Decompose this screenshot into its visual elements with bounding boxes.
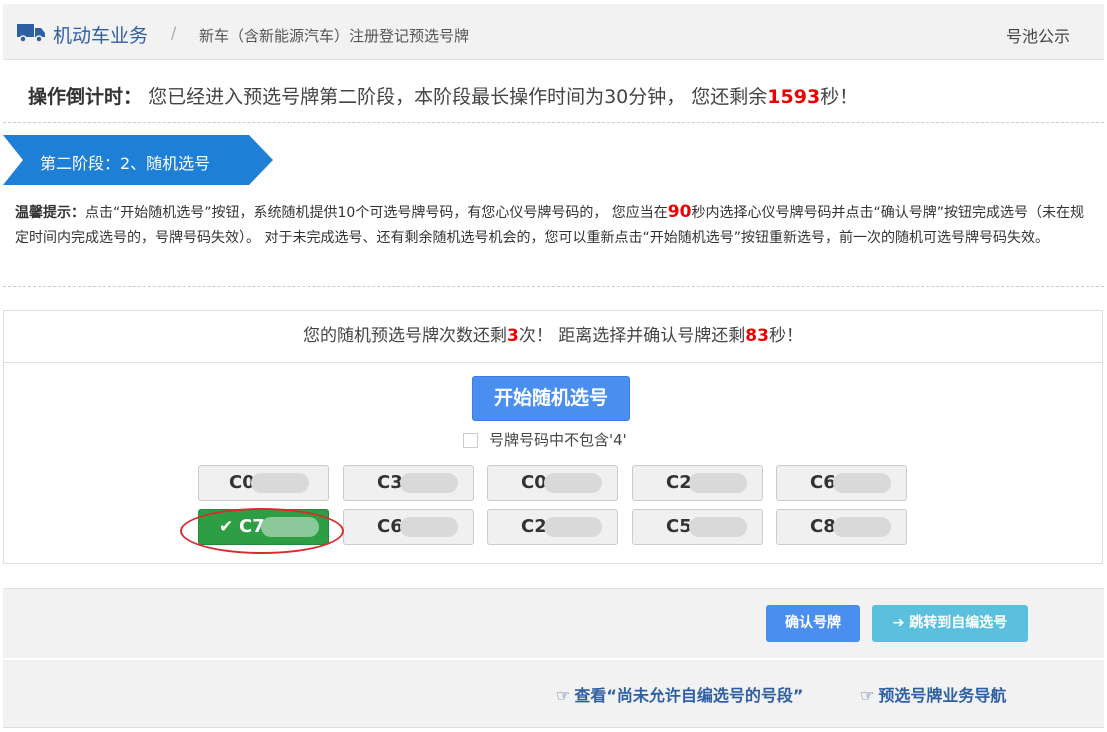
plate-option[interactable]: C6 xyxy=(343,509,474,545)
number-pool-link[interactable]: 号池公示 xyxy=(1006,23,1070,47)
plate-option[interactable]: C0 xyxy=(198,465,329,501)
blurred-digits xyxy=(400,473,458,493)
operation-countdown: 操作倒计时： 您已经进入预选号牌第二阶段，本阶段最长操作时间为30分钟， 您还剩… xyxy=(28,82,858,109)
status-text: 次！ 距离选择并确认号牌还剩 xyxy=(518,326,746,346)
countdown-suffix: 秒！ xyxy=(820,86,859,108)
remaining-seconds: 83 xyxy=(745,326,769,346)
warm-tip: 温馨提示：点击“开始随机选号”按钮，系统随机提供10个可选号牌号码，有您心仪号牌… xyxy=(15,200,1090,251)
divider xyxy=(3,122,1104,123)
plate-option[interactable]: C0 xyxy=(487,465,618,501)
remaining-count: 3 xyxy=(507,326,519,346)
plate-option[interactable]: C2 xyxy=(487,509,618,545)
selection-highlight-oval xyxy=(180,508,344,554)
truck-icon xyxy=(17,24,45,42)
plate-option[interactable]: C3 xyxy=(343,465,474,501)
exclude-four-checkbox[interactable] xyxy=(463,433,478,448)
jump-to-custom-selection-button[interactable]: ➔ 跳转到自编选号 xyxy=(872,605,1028,642)
plate-option[interactable]: C2 xyxy=(632,465,763,501)
business-navigation-link[interactable]: ☞ 预选号牌业务导航 xyxy=(860,682,1006,706)
nav-link-label: 预选号牌业务导航 xyxy=(878,686,1007,705)
breadcrumb-separator: / xyxy=(171,23,177,42)
tip-seconds: 90 xyxy=(667,202,692,222)
arrow-right-icon: ➔ xyxy=(892,615,910,631)
status-text: 秒！ xyxy=(768,326,803,346)
top-bar: 机动车业务 / 新车（含新能源汽车）注册登记预选号牌 号池公示 xyxy=(3,4,1104,60)
plate-option[interactable]: C5 xyxy=(632,509,763,545)
plate-number: C6 xyxy=(810,472,836,493)
breadcrumb-current-page: 新车（含新能源汽车）注册登记预选号牌 xyxy=(199,27,470,45)
blurred-digits xyxy=(400,517,458,537)
divider xyxy=(3,286,1104,287)
plate-option[interactable]: C6 xyxy=(776,465,907,501)
breadcrumb-vehicle-business[interactable]: 机动车业务 xyxy=(53,21,148,48)
stage-banner: 第二阶段：2、随机选号 xyxy=(3,135,273,185)
plate-number: C2 xyxy=(521,516,547,537)
tip-label: 温馨提示： xyxy=(15,205,85,221)
status-text: 您的随机预选号牌次数还剩 xyxy=(303,326,508,346)
plate-number: C3 xyxy=(377,472,403,493)
tip-text-part1: 点击“开始随机选号”按钮，系统随机提供10个可选号牌号码，有您心仪号牌号码的， … xyxy=(85,205,668,221)
stage-label: 第二阶段：2、随机选号 xyxy=(40,154,211,173)
countdown-seconds: 1593 xyxy=(767,86,821,108)
plate-number: C6 xyxy=(377,516,403,537)
countdown-label: 操作倒计时： xyxy=(28,86,143,108)
exclude-four-label: 号牌号码中不包含'4' xyxy=(489,431,627,449)
pointing-hand-icon: ☞ xyxy=(556,686,571,705)
jump-button-label: 跳转到自编选号 xyxy=(909,615,1008,631)
pointing-hand-icon: ☞ xyxy=(860,686,875,705)
plate-number: C8 xyxy=(810,516,836,537)
blurred-digits xyxy=(833,517,891,537)
plate-number: C2 xyxy=(666,472,692,493)
plate-number: C5 xyxy=(666,516,692,537)
blurred-digits xyxy=(689,473,747,493)
view-restricted-segments-link[interactable]: ☞ 查看“尚未允许自编选号的号段” xyxy=(556,682,803,706)
countdown-text: 您已经进入预选号牌第二阶段，本阶段最长操作时间为30分钟， 您还剩余 xyxy=(148,86,768,108)
blurred-digits xyxy=(544,473,602,493)
plate-option[interactable]: C8 xyxy=(776,509,907,545)
plate-number: C0 xyxy=(521,472,547,493)
blurred-digits xyxy=(833,473,891,493)
start-random-selection-button[interactable]: 开始随机选号 xyxy=(472,376,630,421)
blurred-digits xyxy=(251,473,309,493)
confirm-plate-button[interactable]: 确认号牌 xyxy=(766,605,860,642)
nav-link-label: 查看“尚未允许自编选号的号段” xyxy=(574,686,804,705)
remaining-status: 您的随机预选号牌次数还剩3次！ 距离选择并确认号牌还剩83秒！ xyxy=(4,311,1102,363)
blurred-digits xyxy=(544,517,602,537)
blurred-digits xyxy=(689,517,747,537)
